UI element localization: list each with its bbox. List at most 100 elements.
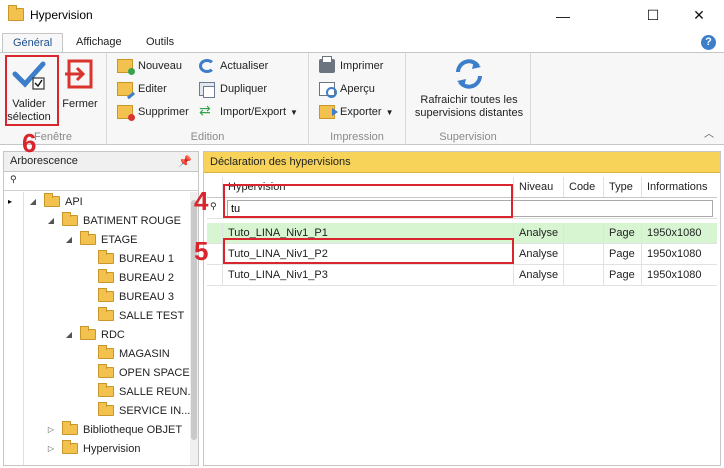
cell-code bbox=[564, 223, 604, 243]
tree-item-label: Hypervision bbox=[83, 442, 141, 455]
expand-toggle-icon[interactable]: ◢ bbox=[46, 216, 56, 225]
group-label-impression: Impression bbox=[330, 131, 384, 143]
tree-scrollbar[interactable] bbox=[190, 192, 198, 465]
expand-toggle-icon[interactable]: ◢ bbox=[64, 235, 74, 244]
import-export-button[interactable]: Import/Export ▼ bbox=[199, 102, 298, 122]
annotation-number-5: 5 bbox=[194, 236, 209, 266]
folder-icon bbox=[98, 383, 114, 397]
tree-item[interactable]: BUREAU 1 bbox=[4, 249, 198, 268]
folder-icon bbox=[62, 440, 78, 454]
tree-item-label: RDC bbox=[101, 328, 125, 341]
tree-item[interactable]: MAGASIN bbox=[4, 344, 198, 363]
folder-icon bbox=[98, 364, 114, 378]
cell-niveau: Analyse bbox=[514, 244, 564, 264]
expand-toggle-icon[interactable]: ▷ bbox=[46, 425, 56, 434]
header-indicator-cell bbox=[207, 177, 223, 197]
edit-button[interactable]: Editer bbox=[117, 79, 167, 99]
refresh-all-supervisions-button[interactable]: Rafraichir toutes les supervisions dista… bbox=[410, 58, 528, 128]
tab-outils[interactable]: Outils bbox=[136, 33, 184, 53]
pin-icon[interactable]: 📌 bbox=[178, 155, 192, 168]
cell-hypervision: Tuto_LINA_Niv1_P3 bbox=[223, 265, 514, 285]
folder-icon bbox=[98, 402, 114, 416]
tree-filter-row[interactable]: ⚲ bbox=[4, 172, 198, 191]
ribbon-tabs: Général Affichage Outils bbox=[0, 31, 724, 53]
filter-icon: ⚲ bbox=[10, 175, 17, 185]
column-header-informations[interactable]: Informations bbox=[642, 177, 717, 197]
export-button[interactable]: Exporter ▼ bbox=[319, 102, 394, 122]
group-edition: Nouveau Editer Supprimer Actualiser Dupl… bbox=[107, 53, 309, 145]
cell-type: Page bbox=[604, 244, 642, 264]
ribbon: Valider sélection Fermer Fenêtre Nouveau… bbox=[0, 52, 724, 145]
refresh-button[interactable]: Actualiser bbox=[199, 56, 268, 76]
tree-item[interactable]: SALLE TEST bbox=[4, 306, 198, 325]
cell-niveau: Analyse bbox=[514, 223, 564, 243]
folder-icon bbox=[80, 326, 96, 340]
duplicate-icon bbox=[199, 82, 215, 98]
duplicate-label: Dupliquer bbox=[220, 83, 268, 95]
title-bar: Hypervision — ☐ ✕ bbox=[0, 0, 724, 31]
tree-item-label: Bibliotheque OBJET bbox=[83, 423, 183, 436]
tree-item[interactable]: ◢ RDC bbox=[4, 325, 198, 344]
cell-type: Page bbox=[604, 265, 642, 285]
edit-folder-icon bbox=[117, 82, 133, 96]
close-button[interactable]: ✕ bbox=[676, 0, 722, 31]
tree-item-label: ETAGE bbox=[101, 233, 138, 246]
help-icon[interactable]: ? bbox=[701, 35, 716, 50]
tree-item[interactable]: ◢ ETAGE bbox=[4, 230, 198, 249]
duplicate-button[interactable]: Dupliquer bbox=[199, 79, 267, 99]
folder-icon bbox=[8, 5, 24, 21]
cell-informations: 1950x1080 bbox=[647, 269, 702, 281]
column-header-code[interactable]: Code bbox=[564, 177, 604, 197]
exit-icon bbox=[65, 59, 93, 89]
tab-affichage[interactable]: Affichage bbox=[66, 33, 132, 53]
export-label: Exporter bbox=[340, 106, 382, 118]
window-title: Hypervision bbox=[30, 8, 93, 22]
annotation-box-6 bbox=[5, 55, 59, 126]
folder-icon bbox=[80, 231, 96, 245]
expand-toggle-icon[interactable]: ◢ bbox=[64, 330, 74, 339]
tree-item[interactable]: BUREAU 3 bbox=[4, 287, 198, 306]
tree-item[interactable]: ▷ Bibliotheque OBJET bbox=[4, 420, 198, 439]
column-header-niveau[interactable]: Niveau bbox=[514, 177, 564, 197]
tree-item-label: API bbox=[65, 195, 83, 208]
table-row[interactable]: Tuto_LINA_Niv1_P3 Analyse Page 1950x1080 bbox=[207, 265, 717, 286]
print-button[interactable]: Imprimer bbox=[319, 56, 383, 76]
maximize-button[interactable]: ☐ bbox=[630, 0, 676, 31]
delete-folder-icon bbox=[117, 105, 135, 121]
expand-toggle-icon[interactable]: ◢ bbox=[28, 197, 38, 206]
new-button[interactable]: Nouveau bbox=[117, 56, 182, 76]
tree-item[interactable]: BUREAU 2 bbox=[4, 268, 198, 287]
group-label-supervision: Supervision bbox=[439, 131, 497, 143]
tree-item-label: SERVICE IN... bbox=[119, 404, 191, 417]
dropdown-caret-icon: ▼ bbox=[385, 107, 394, 117]
row-indicator-cell bbox=[207, 244, 223, 264]
refresh-all-label: Rafraichir toutes les supervisions dista… bbox=[414, 94, 524, 119]
folder-icon bbox=[62, 421, 78, 435]
tree-item-label: OPEN SPACE bbox=[119, 366, 190, 379]
row-indicator-cell bbox=[207, 265, 223, 285]
folder-icon bbox=[98, 250, 114, 264]
preview-button[interactable]: Aperçu bbox=[319, 79, 375, 99]
folder-icon bbox=[44, 193, 60, 207]
printer-icon bbox=[319, 56, 335, 73]
folder-icon bbox=[98, 288, 114, 302]
close-window-button[interactable]: Fermer bbox=[58, 58, 102, 128]
new-folder-icon bbox=[117, 59, 135, 75]
tree-item[interactable]: OPEN SPACE bbox=[4, 363, 198, 382]
collapse-ribbon-icon[interactable]: ︿ bbox=[704, 125, 714, 140]
tree-item[interactable]: ▸ ◢ API bbox=[4, 192, 198, 211]
delete-button[interactable]: Supprimer bbox=[117, 102, 189, 122]
tree-item[interactable]: SALLE REUN... bbox=[4, 382, 198, 401]
tree-item[interactable]: ◢ BATIMENT ROUGE bbox=[4, 211, 198, 230]
tree-item[interactable]: ▷ Hypervision bbox=[4, 439, 198, 458]
tree-item-label: SALLE REUN... bbox=[119, 385, 197, 398]
minimize-button[interactable]: — bbox=[540, 0, 586, 31]
column-header-type[interactable]: Type bbox=[604, 177, 642, 197]
expand-toggle-icon[interactable]: ▷ bbox=[46, 444, 56, 453]
tab-general[interactable]: Général bbox=[2, 33, 64, 53]
tree-item[interactable]: SERVICE IN... bbox=[4, 401, 198, 420]
tree-item-label: BUREAU 3 bbox=[119, 290, 175, 303]
tree-item-label: BATIMENT ROUGE bbox=[83, 214, 181, 227]
new-label: Nouveau bbox=[138, 60, 183, 72]
cell-informations: 1950x1080 bbox=[647, 248, 702, 260]
